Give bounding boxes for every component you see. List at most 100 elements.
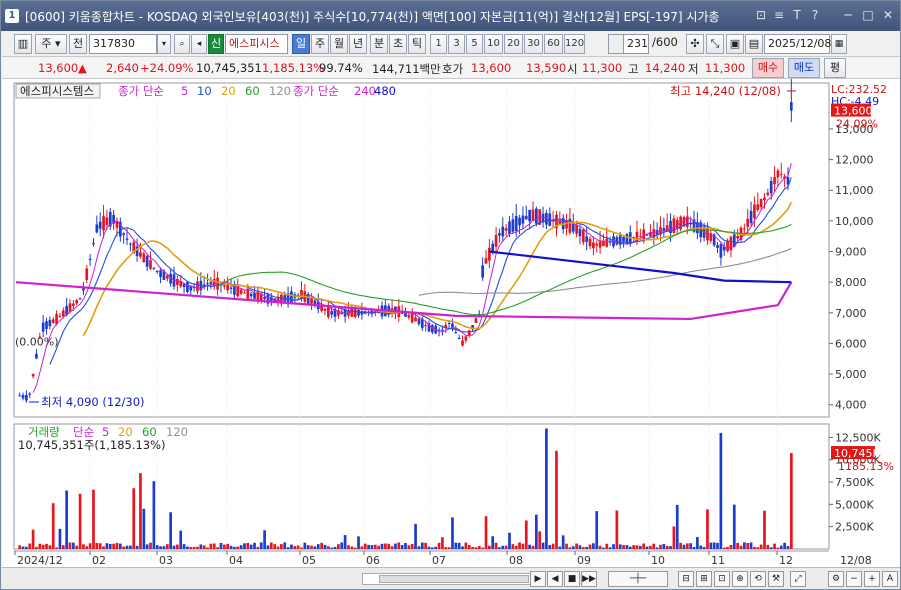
volume-bar xyxy=(132,488,136,549)
maximize-button[interactable]: □ xyxy=(861,8,875,22)
tab-week[interactable]: 주 xyxy=(311,34,329,54)
candle-body xyxy=(206,283,209,285)
cycle-select[interactable]: 주 ▾ xyxy=(35,34,67,54)
scroll-thumb[interactable] xyxy=(379,575,529,583)
scroll-next-button[interactable]: ▶▶ xyxy=(581,571,597,587)
speaker-icon[interactable]: ◂ xyxy=(191,34,207,54)
reset-icon[interactable]: ⟲ xyxy=(750,571,766,587)
interval-20[interactable]: 20 xyxy=(504,34,523,54)
compare-icon[interactable]: ⊡ xyxy=(714,571,730,587)
volume-bar xyxy=(280,544,283,549)
tab-minute[interactable]: 분 xyxy=(370,34,388,54)
stock-name-field[interactable]: 에스피시스 xyxy=(225,34,288,54)
eval-button[interactable]: 평 xyxy=(824,58,846,78)
volume-bar xyxy=(306,545,310,549)
volume-bar xyxy=(494,542,498,549)
minimize-button[interactable]: ─ xyxy=(841,8,855,22)
volume-bar xyxy=(535,514,538,549)
settings-icon[interactable]: ⚙ xyxy=(828,571,844,587)
interval-3[interactable]: 3 xyxy=(448,34,465,54)
interval-10[interactable]: 10 xyxy=(484,34,503,54)
bottom-nav-bar: ▶ ◀ ■ ▶▶ ─┼─ ⊟ ⊞ ⊡ ⊕ ⟲ ⚒ ⤢ ⚙ − + A xyxy=(2,567,900,589)
volume-bar xyxy=(316,544,320,549)
candle-body xyxy=(222,285,226,287)
x-tick-label: 11 xyxy=(711,554,725,567)
volume-bar xyxy=(699,545,703,549)
buy-button[interactable]: 매수 xyxy=(752,58,784,78)
volume-bar xyxy=(236,546,240,549)
volume-bar xyxy=(269,542,273,549)
candle-body xyxy=(350,308,354,317)
scrollbar[interactable] xyxy=(362,573,532,585)
main-toolbar: ▥ 주 ▾ 전 317830 ▾ ⌕ ◂ 신 에스피시스 일 주 월 년 분 초… xyxy=(2,31,900,57)
volume-bar xyxy=(209,543,213,549)
interval-120[interactable]: 120 xyxy=(564,34,585,54)
volume-bar xyxy=(682,544,686,549)
zoom-in-icon[interactable]: ⊕ xyxy=(732,571,748,587)
scroll-first-button[interactable]: ▶ xyxy=(530,571,546,587)
prev-button[interactable]: 전 xyxy=(69,34,87,54)
tab-day[interactable]: 일 xyxy=(292,34,310,54)
font-icon[interactable]: A xyxy=(882,571,898,587)
tab-year[interactable]: 년 xyxy=(349,34,367,54)
candle-body xyxy=(18,395,22,397)
candle-body xyxy=(511,219,515,232)
price-chart-svg[interactable]: 4,000 5,000 6,000 7,000 8,000 9,000 10,000 11,0… xyxy=(2,69,900,567)
volume-bar xyxy=(380,543,384,549)
layout-icon-2[interactable]: ⊞ xyxy=(696,571,712,587)
chart-area[interactable]: 4,000 5,000 6,000 7,000 8,000 9,000 10,000 11,0… xyxy=(2,69,900,569)
layout-icon[interactable]: ⊡ xyxy=(754,8,768,22)
zoom-slider[interactable]: ─┼─ xyxy=(608,571,668,587)
expand-icon[interactable]: ⤢ xyxy=(790,571,806,587)
volume-bar xyxy=(414,523,417,549)
stop-button[interactable]: ■ xyxy=(564,571,580,587)
text-icon[interactable]: T xyxy=(790,8,804,22)
volume-bar xyxy=(477,546,481,549)
search-icon[interactable]: ⌕ xyxy=(174,34,190,54)
volume-bar xyxy=(538,531,542,549)
close-button[interactable]: ✕ xyxy=(881,8,895,22)
tab-tick[interactable]: 틱 xyxy=(408,34,426,54)
tab-month[interactable]: 월 xyxy=(330,34,348,54)
crosshair-icon[interactable]: ✣ xyxy=(686,34,704,54)
volume-bar xyxy=(420,542,424,549)
calendar-icon[interactable]: ▦ xyxy=(831,34,847,54)
volume-bar xyxy=(196,546,199,549)
change-percent: +24.09% xyxy=(140,61,194,75)
date-input[interactable]: 2025/12/08 xyxy=(764,34,831,54)
candle-body xyxy=(726,240,729,252)
chart-type-icon[interactable]: ▥ xyxy=(14,34,32,54)
candle-body xyxy=(779,174,783,176)
plus-icon[interactable]: + xyxy=(864,571,880,587)
save-icon[interactable]: ▣ xyxy=(726,34,744,54)
sell-button[interactable]: 매도 xyxy=(788,58,820,78)
grid-icon[interactable]: ⊟ xyxy=(678,571,694,587)
interval-30[interactable]: 30 xyxy=(524,34,543,54)
volume-bar xyxy=(186,546,189,549)
interval-60[interactable]: 60 xyxy=(544,34,563,54)
interval-1[interactable]: 1 xyxy=(430,34,447,54)
volume-bar xyxy=(222,544,226,549)
tab-second[interactable]: 초 xyxy=(389,34,407,54)
count-input[interactable]: 231 xyxy=(623,34,649,54)
interval-5[interactable]: 5 xyxy=(466,34,483,54)
candle-body xyxy=(521,215,525,224)
volume-bar xyxy=(85,546,89,549)
volume-bar xyxy=(756,547,760,549)
volume-bar xyxy=(330,547,334,549)
candle-body xyxy=(484,258,488,264)
code-dropdown-icon[interactable]: ▾ xyxy=(157,34,171,54)
volume-bar xyxy=(635,545,639,549)
candle-body xyxy=(639,236,642,238)
tool-icon-2[interactable]: ⚒ xyxy=(768,571,784,587)
stock-code-input[interactable]: 317830 xyxy=(89,34,157,54)
tool-icon[interactable]: ⤡ xyxy=(706,34,724,54)
volume-bar xyxy=(716,542,719,549)
volume-bar xyxy=(749,542,753,549)
volume-bar xyxy=(343,535,347,549)
menu-icon[interactable]: ≡ xyxy=(772,8,786,22)
scroll-prev-button[interactable]: ◀ xyxy=(547,571,563,587)
help-icon[interactable]: ? xyxy=(808,8,822,22)
print-icon[interactable]: ▤ xyxy=(745,34,763,54)
minus-icon[interactable]: − xyxy=(846,571,862,587)
